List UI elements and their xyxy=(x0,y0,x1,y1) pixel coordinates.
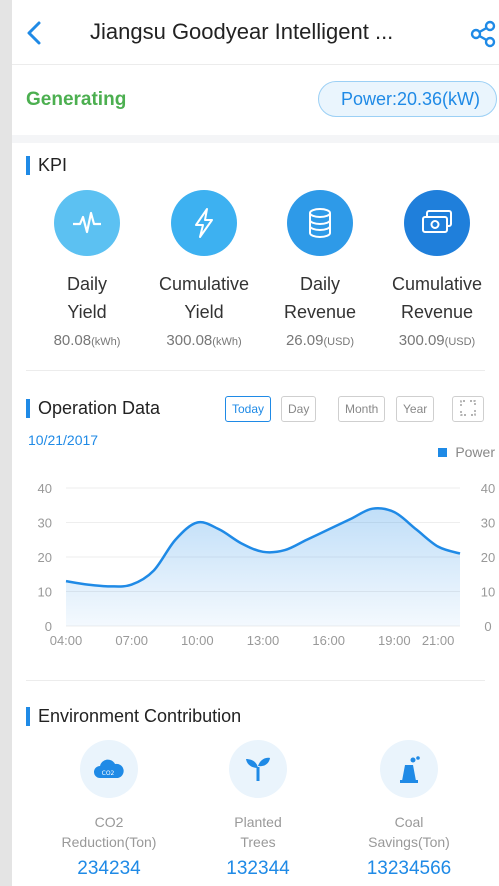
coins-icon xyxy=(287,190,353,256)
y-tick-label-right: 0 xyxy=(484,619,491,634)
y-tick-label-right: 10 xyxy=(481,585,495,600)
app-screen: Jiangsu Goodyear Intelligent ... Generat… xyxy=(12,0,499,886)
x-tick-label: 16:00 xyxy=(312,633,345,648)
environment-section-title: Environment Contribution xyxy=(26,706,241,727)
chevron-left-icon[interactable] xyxy=(20,18,50,48)
page-title: Jiangsu Goodyear Intelligent ... xyxy=(90,19,394,44)
y-tick-label-right: 40 xyxy=(481,481,495,496)
kpi-daily-revenue[interactable]: Daily Revenue 26.09(USD) xyxy=(262,190,378,349)
env-label: Planted Trees xyxy=(234,814,282,850)
svg-text:CO2: CO2 xyxy=(102,770,115,777)
sprout-icon xyxy=(229,740,287,798)
kpi-value: 300.08(kWh) xyxy=(166,332,242,349)
x-tick-label: 13:00 xyxy=(247,633,280,648)
x-tick-label: 21:00 xyxy=(422,633,455,648)
kpi-daily-yield[interactable]: Daily Yield 80.08(kWh) xyxy=(29,190,145,349)
y-tick-label-right: 20 xyxy=(481,550,495,565)
kpi-value: 80.08(kWh) xyxy=(53,332,121,349)
env-co2-reduction: CO2 CO2 Reduction(Ton) 234234 xyxy=(34,740,184,880)
y-tick-label-left: 0 xyxy=(45,619,52,634)
share-icon[interactable] xyxy=(469,20,497,48)
range-day-button[interactable]: Day xyxy=(281,396,317,422)
lightning-icon xyxy=(171,190,237,256)
status-bar: Generating Power:20.36(kW) xyxy=(12,65,499,143)
env-value: 234234 xyxy=(77,858,141,879)
env-planted-trees: Planted Trees 132344 xyxy=(183,740,333,880)
factory-icon xyxy=(380,740,438,798)
kpi-section-title: KPI xyxy=(26,155,67,176)
y-tick-label-left: 40 xyxy=(38,481,52,496)
x-tick-label: 10:00 xyxy=(181,633,214,648)
env-label: Coal Savings(Ton) xyxy=(368,814,450,850)
range-month-button[interactable]: Month xyxy=(338,396,386,422)
kpi-cumulative-yield[interactable]: Cumulative Yield 300.08(kWh) xyxy=(146,190,262,349)
kpi-cumulative-revenue[interactable]: Cumulative Revenue 300.09(USD) xyxy=(379,190,495,349)
power-area-chart[interactable]: 0 0 10 10 20 20 30 30 40 40 04:00 07:00 10:00 13:00 16… xyxy=(12,470,499,660)
operation-section-title: Operation Data xyxy=(26,398,160,419)
top-navigation-bar: Jiangsu Goodyear Intelligent ... xyxy=(12,0,499,65)
env-value: 13234566 xyxy=(366,858,452,879)
kpi-label: Daily Yield xyxy=(66,274,107,322)
kpi-value: 300.09(USD) xyxy=(398,332,476,349)
env-coal-savings: Coal Savings(Ton) 13234566 xyxy=(334,740,484,880)
power-badge: Power:20.36(kW) xyxy=(317,81,497,117)
env-label: CO2 Reduction(Ton) xyxy=(61,814,157,850)
range-year-button[interactable]: Year xyxy=(396,396,435,422)
y-tick-label-left: 10 xyxy=(38,585,52,600)
range-today-button[interactable]: Today xyxy=(225,396,272,422)
divider xyxy=(26,680,485,681)
env-value: 132344 xyxy=(226,858,290,879)
x-tick-label: 07:00 xyxy=(115,633,148,648)
fullscreen-button[interactable] xyxy=(452,396,484,422)
x-tick-label: 04:00 xyxy=(50,633,83,648)
chart-legend: Power xyxy=(438,444,495,460)
chart-date: 10/21/2017 xyxy=(28,432,99,448)
kpi-label: Cumulative Yield xyxy=(158,274,250,322)
legend-swatch xyxy=(438,447,448,457)
y-tick-label-left: 20 xyxy=(38,550,52,565)
pulse-icon xyxy=(54,190,120,256)
y-tick-label-left: 30 xyxy=(38,516,52,531)
x-tick-label: 19:00 xyxy=(378,633,411,648)
kpi-label: Daily Revenue xyxy=(283,274,357,322)
kpi-value: 26.09(USD) xyxy=(285,332,355,349)
co2-cloud-icon: CO2 xyxy=(80,740,138,798)
kpi-label: Cumulative Revenue xyxy=(391,274,483,322)
power-area-fill xyxy=(66,508,460,626)
banknote-icon xyxy=(404,190,470,256)
legend-label: Power xyxy=(455,444,495,460)
status-text: Generating xyxy=(26,89,127,110)
fullscreen-icon xyxy=(460,400,476,416)
y-tick-label-right: 30 xyxy=(481,516,495,531)
divider xyxy=(26,370,485,371)
